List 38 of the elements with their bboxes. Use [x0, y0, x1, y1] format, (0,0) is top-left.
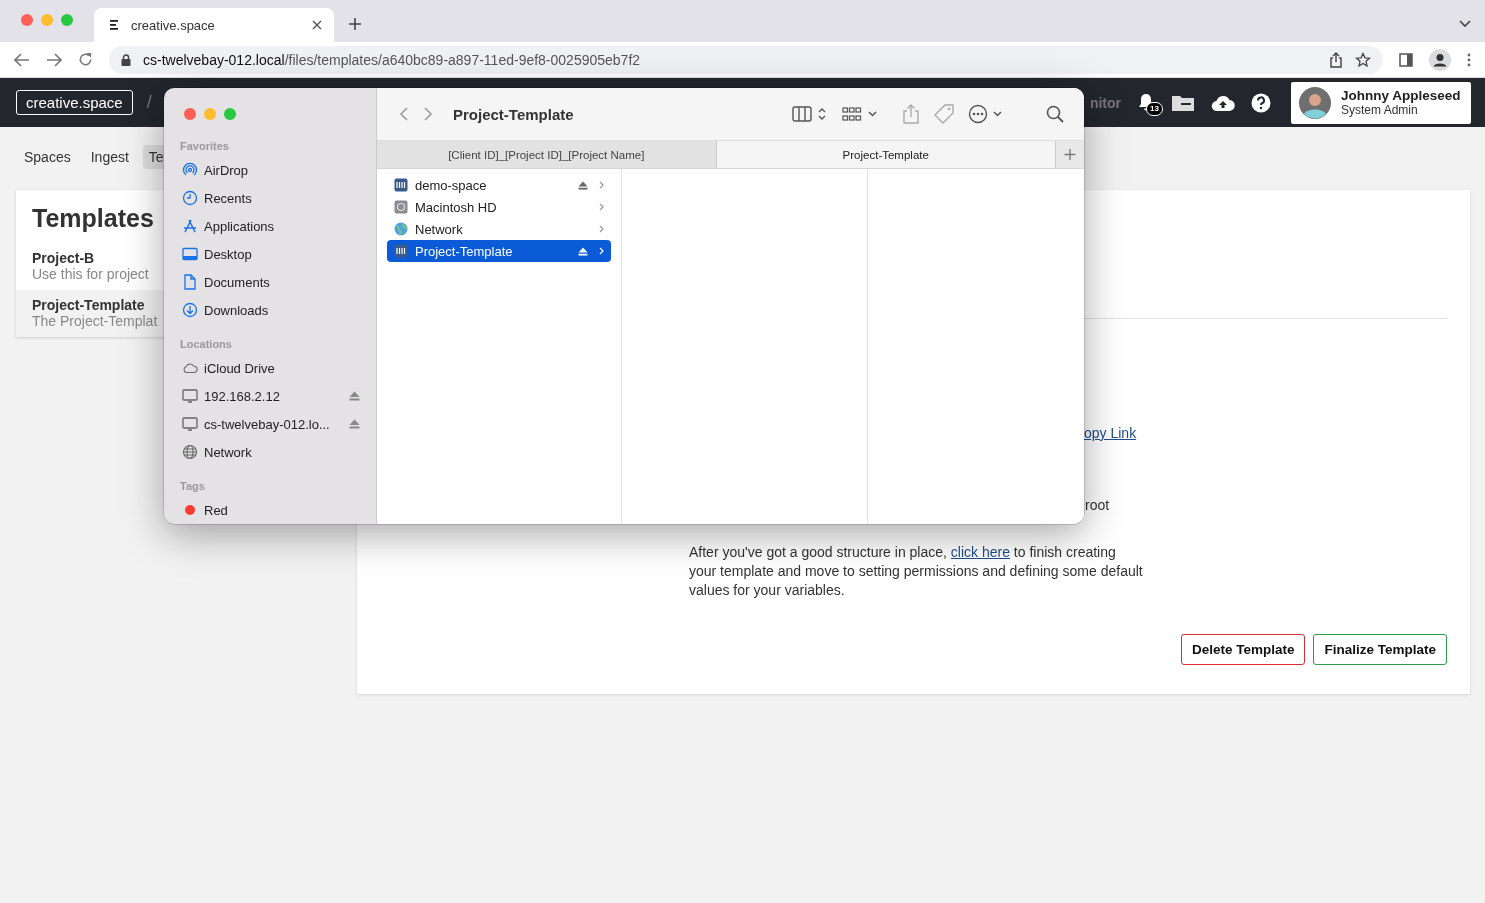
finder-tab[interactable]: [Client ID]_[Project ID]_[Project Name]	[377, 141, 717, 168]
sidebar-item[interactable]: Desktop	[174, 240, 366, 268]
sidebar-heading: Favorites	[179, 139, 230, 154]
panel-title: Templates	[32, 204, 154, 233]
sidebar-item[interactable]: iCloud Drive	[174, 354, 366, 382]
finder-tab[interactable]: Project-Template	[716, 141, 1056, 168]
user-role: System Admin	[1341, 103, 1419, 117]
sidebar-item[interactable]: Applications	[174, 212, 366, 240]
address-field[interactable]: cs-twelvebay-012.local/files/templates/a640bc89-a897-11ed-9ef8-0025905eb7f2	[109, 45, 1383, 74]
user-name: Johnny Appleseed	[1341, 88, 1461, 103]
notification-badge: 13	[1146, 101, 1163, 116]
sidebar-item[interactable]: Network	[174, 438, 366, 466]
window-title: Project-Template	[453, 105, 575, 123]
click-here-link[interactable]: click here	[950, 544, 1010, 560]
browser-tab[interactable]: creative.space	[94, 8, 334, 42]
finalize-button[interactable]: Finalize Template	[1313, 634, 1447, 665]
nav-tab[interactable]: Ingest	[84, 145, 135, 169]
sidebar-item[interactable]: Recents	[174, 184, 366, 212]
body-text: root	[1085, 497, 1110, 513]
sidebar-item[interactable]: Documents	[174, 268, 366, 296]
file-item[interactable]: Project-Template	[387, 240, 611, 262]
instructions-text: After you've got a good structure in place, click here to finish creating your template and move to setting permissions and defining some default values for your variables.	[689, 543, 1144, 600]
sidebar-item[interactable]: Downloads	[174, 296, 366, 324]
file-item[interactable]: demo-space	[387, 174, 611, 196]
breadcrumb-separator: /	[146, 92, 152, 113]
nav-tab[interactable]: Spaces	[18, 145, 77, 169]
sidebar-item[interactable]: 192.168.2.12	[174, 382, 366, 410]
file-item[interactable]: Macintosh HD	[387, 196, 611, 218]
logo[interactable]: creative.space	[16, 90, 133, 115]
user-menu[interactable]: Johnny Appleseed System Admin	[1291, 81, 1471, 124]
sidebar-heading: Tags	[179, 479, 206, 494]
sidebar-item[interactable]: cs-twelvebay-012.lo...	[174, 410, 366, 438]
delete-button[interactable]: Delete Template	[1180, 634, 1306, 665]
file-item[interactable]: Network	[387, 218, 611, 240]
sidebar-heading: Locations	[179, 337, 233, 352]
copy-link[interactable]: opy Link	[1084, 425, 1137, 441]
sidebar-item[interactable]: Red	[174, 496, 366, 524]
sidebar-item[interactable]: AirDrop	[174, 156, 366, 184]
